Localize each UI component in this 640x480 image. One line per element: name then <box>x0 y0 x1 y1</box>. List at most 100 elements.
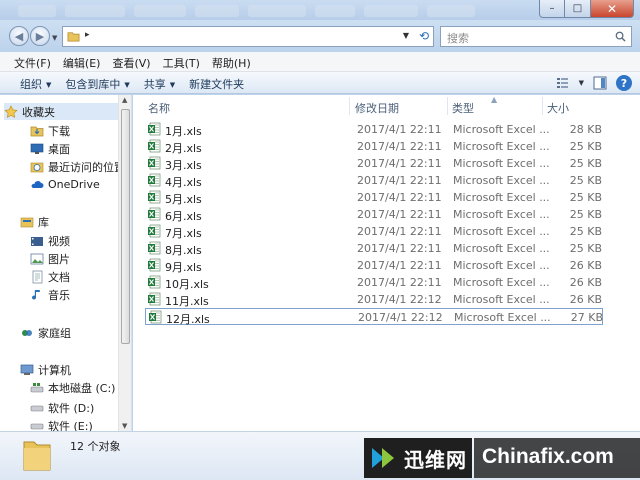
column-header-size[interactable]: 大小 <box>547 95 607 117</box>
nav-videos[interactable]: 视频 <box>30 232 131 249</box>
address-bar[interactable]: ▸ ▼ ⟲ <box>62 26 434 47</box>
file-row[interactable]: 10月.xls 2017/4/1 22:11 Microsoft Excel ...… <box>145 274 603 291</box>
file-row[interactable]: 3月.xls 2017/4/1 22:11 Microsoft Excel ... 2… <box>145 155 603 172</box>
nav-computer-label: 计算机 <box>38 363 71 377</box>
file-name: 1月.xls <box>165 125 202 138</box>
navigation-scrollbar[interactable]: ▲ ▼ <box>118 95 131 431</box>
column-divider[interactable] <box>542 97 543 115</box>
file-date: 2017/4/1 22:12 <box>358 311 443 324</box>
nav-favorites[interactable]: 收藏夹 <box>4 103 122 120</box>
nav-libraries[interactable]: 库 <box>20 213 131 230</box>
file-type: Microsoft Excel ... <box>453 191 550 204</box>
file-size: 25 KB <box>569 225 602 238</box>
close-button[interactable]: ✕ <box>591 0 634 18</box>
file-size: 26 KB <box>569 293 602 306</box>
cloud-icon <box>31 180 44 188</box>
nav-onedrive-label: OneDrive <box>48 178 100 191</box>
include-in-library-button[interactable]: 包含到库中 ▼ <box>59 72 137 93</box>
chevron-down-icon: ▼ <box>46 81 52 89</box>
view-options-icon[interactable] <box>555 75 571 91</box>
excel-file-icon <box>148 241 161 255</box>
file-row[interactable]: 5月.xls 2017/4/1 22:11 Microsoft Excel ... 2… <box>145 189 603 206</box>
homegroup-icon <box>22 329 32 336</box>
file-row[interactable]: 2月.xls 2017/4/1 22:11 Microsoft Excel ... 2… <box>145 138 603 155</box>
menu-view[interactable]: 查看(V) <box>106 52 156 71</box>
preview-pane-icon[interactable] <box>592 75 608 91</box>
recent-pages-dropdown[interactable]: ▼ <box>52 34 57 42</box>
help-icon[interactable]: ? <box>616 75 632 91</box>
file-row[interactable]: 11月.xls 2017/4/1 22:12 Microsoft Excel ...… <box>145 291 603 308</box>
nav-drive-e[interactable]: 软件 (E:) <box>30 417 131 431</box>
navigation-bar: ◀ ▶ ▼ ▸ ▼ ⟲ 搜索 <box>0 20 640 52</box>
nav-desktop[interactable]: 桌面 <box>30 140 131 157</box>
nav-documents[interactable]: 文档 <box>30 268 131 285</box>
menu-tools[interactable]: 工具(T) <box>157 52 206 71</box>
file-row[interactable]: 8月.xls 2017/4/1 22:11 Microsoft Excel ... 2… <box>145 240 603 257</box>
nav-drive-c[interactable]: 本地磁盘 (C:) <box>30 379 131 396</box>
nav-onedrive[interactable]: OneDrive <box>30 176 131 193</box>
nav-downloads[interactable]: 下载 <box>30 122 131 139</box>
excel-file-icon <box>148 139 161 153</box>
breadcrumb-arrow[interactable]: ▸ <box>85 30 90 40</box>
column-header-name[interactable]: 名称 <box>148 95 348 117</box>
back-button[interactable]: ◀ <box>9 26 29 46</box>
menu-file[interactable]: 文件(F) <box>8 52 57 71</box>
nav-music[interactable]: 音乐 <box>30 286 131 303</box>
watermark: 迅维网 Chinafix.com <box>364 436 640 480</box>
column-divider[interactable] <box>349 97 350 115</box>
nav-homegroup-label: 家庭组 <box>38 326 71 340</box>
view-dropdown-icon[interactable]: ▼ <box>579 79 584 87</box>
watermark-cn: 迅维网 <box>404 447 467 472</box>
nav-pictures[interactable]: 图片 <box>30 250 131 267</box>
nav-drive-d[interactable]: 软件 (D:) <box>30 399 131 416</box>
refresh-icon[interactable]: ⟲ <box>419 29 429 43</box>
file-row[interactable]: 12月.xls 2017/4/1 22:12 Microsoft Excel ...… <box>145 308 603 326</box>
nav-desktop-label: 桌面 <box>48 142 70 156</box>
column-divider[interactable] <box>447 97 448 115</box>
maximize-button[interactable]: □ <box>565 0 591 18</box>
scroll-up-icon[interactable]: ▲ <box>122 96 127 104</box>
file-row[interactable]: 9月.xls 2017/4/1 22:11 Microsoft Excel ... 2… <box>145 257 603 274</box>
star-icon <box>4 104 18 118</box>
file-row[interactable]: 1月.xls 2017/4/1 22:11 Microsoft Excel ... 2… <box>145 121 603 138</box>
file-date: 2017/4/1 22:12 <box>357 293 442 306</box>
excel-file-icon <box>148 258 161 272</box>
minimize-icon: – <box>549 3 555 14</box>
file-type: Microsoft Excel ... <box>453 174 550 187</box>
title-bar: – □ ✕ <box>0 0 640 20</box>
menu-edit[interactable]: 编辑(E) <box>57 52 107 71</box>
organize-label: 组织 <box>20 78 42 91</box>
minimize-button[interactable]: – <box>539 0 565 18</box>
nav-computer[interactable]: 计算机 <box>20 361 131 378</box>
column-header-date[interactable]: 修改日期 <box>355 95 445 117</box>
file-row[interactable]: 4月.xls 2017/4/1 22:11 Microsoft Excel ... 2… <box>145 172 603 189</box>
new-folder-button[interactable]: 新建文件夹 <box>183 72 252 93</box>
file-size: 25 KB <box>569 242 602 255</box>
file-date: 2017/4/1 22:11 <box>357 157 442 170</box>
file-row[interactable]: 6月.xls 2017/4/1 22:11 Microsoft Excel ... 2… <box>145 206 603 223</box>
share-button[interactable]: 共享 ▼ <box>138 72 183 93</box>
file-size: 28 KB <box>569 123 602 136</box>
menu-help[interactable]: 帮助(H) <box>206 52 257 71</box>
navigation-pane: 收藏夹 下载 桌面 最近访问的位置 OneDrive 库 视频 图片 文档 音乐… <box>0 95 132 431</box>
drive-icon <box>30 382 44 392</box>
search-input[interactable]: 搜索 <box>440 26 632 47</box>
scroll-down-icon[interactable]: ▼ <box>122 422 127 430</box>
nav-libraries-label: 库 <box>38 215 49 229</box>
nav-downloads-label: 下载 <box>48 124 70 138</box>
file-row[interactable]: 7月.xls 2017/4/1 22:11 Microsoft Excel ... 2… <box>145 223 603 240</box>
file-size: 25 KB <box>569 208 602 221</box>
nav-homegroup[interactable]: 家庭组 <box>20 324 131 341</box>
scrollbar-thumb[interactable] <box>121 109 130 344</box>
file-name: 4月.xls <box>165 176 202 189</box>
nav-recent-places[interactable]: 最近访问的位置 <box>30 158 131 175</box>
file-date: 2017/4/1 22:11 <box>357 174 442 187</box>
address-dropdown-icon[interactable]: ▼ <box>403 31 409 40</box>
item-count: 12 个对象 <box>70 440 121 453</box>
new-folder-label: 新建文件夹 <box>189 78 245 91</box>
chevron-down-icon: ▼ <box>169 81 176 89</box>
organize-button[interactable]: 组织 ▼ <box>14 72 59 93</box>
computer-icon <box>20 364 34 375</box>
file-name: 11月.xls <box>165 295 209 308</box>
forward-button[interactable]: ▶ <box>30 26 50 46</box>
